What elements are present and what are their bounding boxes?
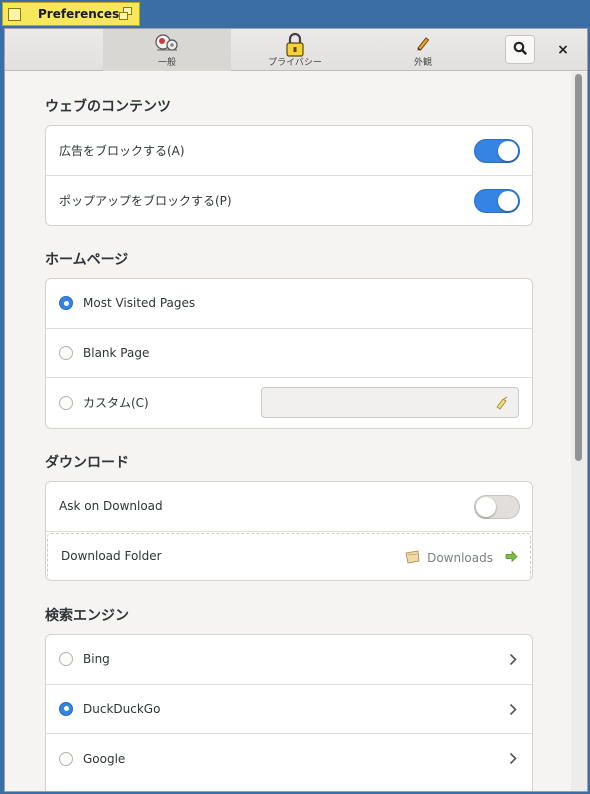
- homepage-group: Most Visited Pages Blank Page カスタム(C): [45, 278, 533, 429]
- folder-icon: [405, 550, 421, 567]
- web-content-group: 広告をブロックする(A) ポップアップをブロックする(P): [45, 125, 533, 226]
- section-title-homepage: ホームページ: [45, 252, 129, 268]
- block-ads-label: 広告をブロックする(A): [59, 143, 185, 158]
- homepage-most-visited-label: Most Visited Pages: [83, 296, 196, 311]
- window-title: Preferences: [38, 7, 120, 21]
- homepage-custom-label: カスタム(C): [83, 396, 149, 411]
- chevron-right-icon[interactable]: [509, 653, 517, 669]
- homepage-most-visited-radio[interactable]: [59, 296, 73, 311]
- download-group: Ask on Download Download Folder Download…: [45, 481, 533, 581]
- search-icon: [513, 41, 527, 58]
- chevron-right-icon[interactable]: [509, 703, 517, 719]
- title-bar: Preferences: [0, 0, 590, 28]
- chevron-right-icon[interactable]: [509, 752, 517, 768]
- block-ads-switch[interactable]: [474, 139, 520, 163]
- search-engine-google-radio[interactable]: [59, 751, 73, 766]
- clear-entry-icon[interactable]: [495, 396, 509, 413]
- homepage-custom-radio[interactable]: [59, 395, 73, 410]
- search-engine-google-row[interactable]: Google: [46, 734, 532, 784]
- block-ads-row[interactable]: 広告をブロックする(A): [46, 126, 532, 176]
- vertical-scrollbar[interactable]: [571, 72, 587, 791]
- section-title-search-engine: 検索エンジン: [45, 608, 129, 624]
- tab-appearance[interactable]: 外観: [359, 29, 487, 71]
- search-engine-duckduckgo-row[interactable]: DuckDuckGo: [46, 685, 532, 734]
- arrow-right-icon: [505, 550, 518, 565]
- tab-privacy[interactable]: プライバシー: [231, 29, 359, 71]
- download-folder-row[interactable]: Download Folder Downloads: [47, 532, 531, 579]
- homepage-most-visited-row[interactable]: Most Visited Pages: [46, 279, 532, 329]
- homepage-blank-row[interactable]: Blank Page: [46, 329, 532, 378]
- ask-on-download-switch[interactable]: [474, 495, 520, 519]
- search-engine-duckduckgo-radio[interactable]: [59, 701, 73, 716]
- window-title-tab[interactable]: Preferences: [2, 2, 140, 26]
- general-icon: [153, 32, 181, 57]
- preferences-window: 一般 プライバシー 外観 × ウェブのコンテンツ 広告をブロックする(A) ポッ…: [4, 28, 588, 792]
- download-folder-label: Download Folder: [61, 549, 162, 563]
- tab-general[interactable]: 一般: [103, 29, 231, 71]
- header-bar: 一般 プライバシー 外観 ×: [5, 29, 587, 71]
- search-engine-bing-label: Bing: [83, 652, 110, 667]
- ask-on-download-label: Ask on Download: [59, 499, 163, 514]
- appearance-pencil-icon: [415, 35, 431, 54]
- search-engine-group: Bing DuckDuckGo Google: [45, 634, 533, 791]
- block-popups-switch[interactable]: [474, 188, 520, 213]
- tab-appearance-label: 外観: [413, 58, 432, 68]
- search-engine-duckduckgo-label: DuckDuckGo: [83, 701, 161, 716]
- search-engine-google-label: Google: [83, 751, 126, 766]
- download-folder-value: Downloads: [427, 551, 493, 565]
- download-folder-chooser[interactable]: Downloads: [405, 550, 518, 567]
- preferences-content[interactable]: ウェブのコンテンツ 広告をブロックする(A) ポップアップをブロックする(P) …: [5, 72, 571, 791]
- custom-homepage-input[interactable]: [261, 387, 519, 418]
- section-title-web-content: ウェブのコンテンツ: [45, 99, 171, 115]
- homepage-blank-label: Blank Page: [83, 345, 150, 360]
- block-popups-label: ポップアップをブロックする(P): [59, 193, 232, 208]
- section-title-download: ダウンロード: [45, 455, 129, 471]
- window-menu-icon[interactable]: [8, 7, 21, 21]
- close-icon: ×: [557, 41, 569, 58]
- ask-on-download-row[interactable]: Ask on Download: [46, 482, 532, 532]
- search-engine-bing-radio[interactable]: [59, 652, 73, 667]
- privacy-lock-icon: [284, 32, 306, 61]
- search-button[interactable]: [505, 35, 535, 64]
- homepage-blank-radio[interactable]: [59, 345, 73, 360]
- close-button[interactable]: ×: [548, 35, 578, 64]
- scrollbar-thumb[interactable]: [575, 74, 582, 461]
- homepage-custom-row[interactable]: カスタム(C): [46, 378, 532, 428]
- search-engine-bing-row[interactable]: Bing: [46, 635, 532, 685]
- restore-icon[interactable]: [119, 7, 134, 21]
- block-popups-row[interactable]: ポップアップをブロックする(P): [46, 176, 532, 226]
